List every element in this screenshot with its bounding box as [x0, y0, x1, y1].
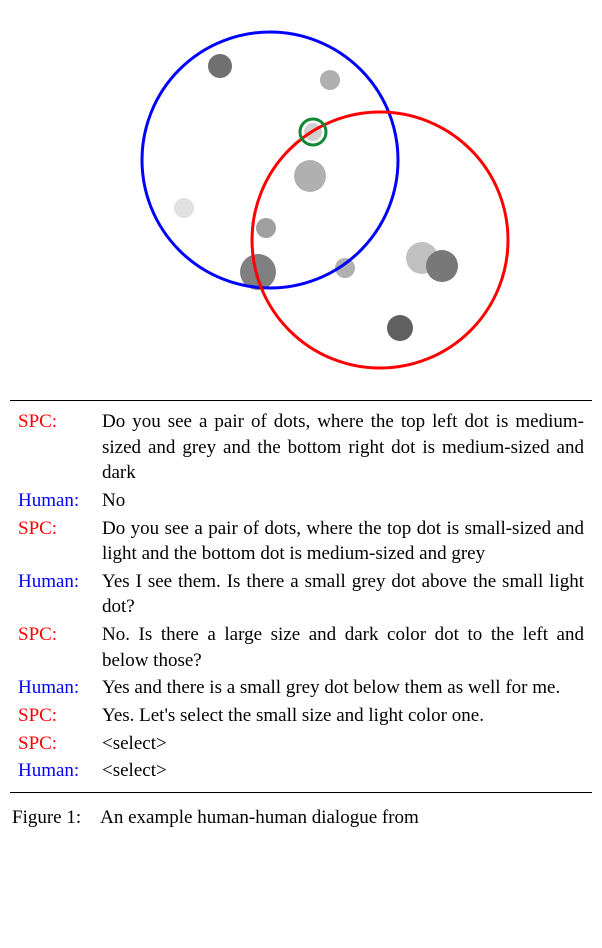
dialogue-row: SPC: Do you see a pair of dots, where the… — [10, 515, 592, 568]
spc-label: SPC: — [18, 411, 57, 432]
dot-1 — [320, 70, 340, 90]
blue-view-circle — [142, 32, 398, 288]
dot-0 — [208, 54, 232, 78]
dialogue-row: SPC: <select> — [10, 730, 592, 758]
dialogue-table: SPC: Do you see a pair of dots, where the… — [10, 400, 592, 793]
red-view-circle — [252, 112, 508, 368]
human-label: Human: — [18, 571, 79, 592]
utterance-cell: <select> — [102, 757, 592, 792]
utterance-cell: No. Is there a large size and dark color… — [102, 621, 592, 674]
dot-10 — [387, 315, 413, 341]
dialogue-row: SPC: Do you see a pair of dots, where the… — [10, 401, 592, 487]
human-label: Human: — [18, 760, 79, 781]
dot-5 — [256, 218, 276, 238]
dialogue-row: Human: <select> — [10, 757, 592, 792]
speaker-cell: Human: — [10, 487, 102, 515]
speaker-cell: SPC: — [10, 515, 102, 568]
figure-caption: Figure 1: An example human-human dialogu… — [10, 807, 592, 829]
speaker-cell: SPC: — [10, 401, 102, 487]
spc-label: SPC: — [18, 624, 57, 645]
utterance-cell: No — [102, 487, 592, 515]
dialogue-row: SPC: No. Is there a large size and dark c… — [10, 621, 592, 674]
spc-label: SPC: — [18, 733, 57, 754]
dialogue-row: Human: No — [10, 487, 592, 515]
dot-3 — [294, 160, 326, 192]
utterance-cell: Do you see a pair of dots, where the top… — [102, 401, 592, 487]
utterance-cell: Yes. Let's select the small size and lig… — [102, 702, 592, 730]
human-label: Human: — [18, 490, 79, 511]
dot-4 — [174, 198, 194, 218]
human-label: Human: — [18, 677, 79, 698]
caption-prefix: Figure 1: — [12, 807, 81, 828]
speaker-cell: Human: — [10, 568, 102, 621]
speaker-cell: SPC: — [10, 621, 102, 674]
utterance-cell: Yes I see them. Is there a small grey do… — [102, 568, 592, 621]
utterance-cell: Do you see a pair of dots, where the top… — [102, 515, 592, 568]
spc-label: SPC: — [18, 518, 57, 539]
speaker-cell: Human: — [10, 757, 102, 792]
caption-rest: An example human-human dialogue from — [100, 807, 419, 828]
utterance-cell: <select> — [102, 730, 592, 758]
caption-text — [86, 807, 100, 828]
speaker-cell: SPC: — [10, 730, 102, 758]
dialogue-row: SPC: Yes. Let's select the small size and… — [10, 702, 592, 730]
speaker-cell: Human: — [10, 674, 102, 702]
dot-diagram-svg — [10, 10, 592, 390]
utterance-cell: Yes and there is a small grey dot below … — [102, 674, 592, 702]
dialogue-row: Human: Yes and there is a small grey dot … — [10, 674, 592, 702]
dot-diagram — [10, 10, 592, 390]
speaker-cell: SPC: — [10, 702, 102, 730]
dialogue-row: Human: Yes I see them. Is there a small g… — [10, 568, 592, 621]
figure-container: SPC: Do you see a pair of dots, where the… — [10, 10, 592, 829]
spc-label: SPC: — [18, 705, 57, 726]
dot-9 — [426, 250, 458, 282]
